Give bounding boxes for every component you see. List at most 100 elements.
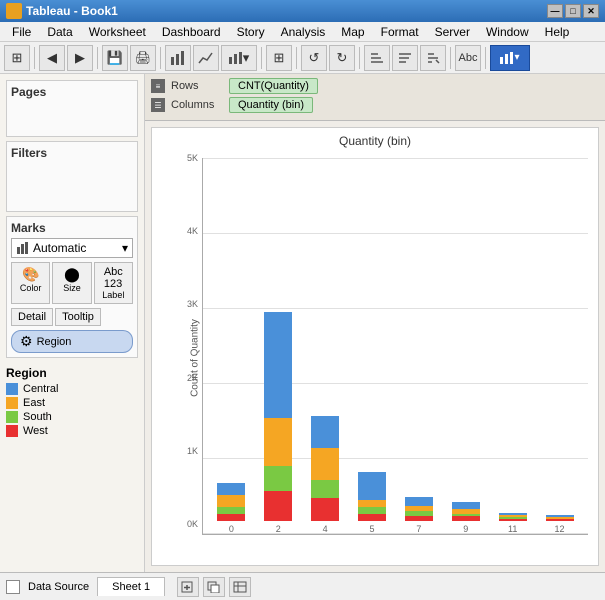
- bar-segment-south: [358, 507, 386, 514]
- menu-help[interactable]: Help: [537, 23, 578, 41]
- bar-segment-central: [358, 472, 386, 500]
- bar-segment-central: [311, 416, 339, 448]
- rows-shelf: ≡ Rows CNT(Quantity): [151, 78, 599, 94]
- y-label-0k: 0K: [163, 519, 198, 529]
- bar-segment-east: [217, 495, 245, 507]
- menu-file[interactable]: File: [4, 23, 39, 41]
- bar-segment-west: [264, 491, 292, 521]
- legend-label-east: East: [23, 397, 45, 409]
- sort-asc-button[interactable]: [364, 45, 390, 71]
- label-marks-button[interactable]: Abc123 Label: [94, 262, 133, 304]
- app-icon: [6, 3, 22, 19]
- bar-stack-7[interactable]: [405, 497, 433, 521]
- save-button[interactable]: 💾: [102, 45, 128, 71]
- menu-window[interactable]: Window: [478, 23, 537, 41]
- columns-label: Columns: [171, 99, 223, 111]
- chart-container: Quantity (bin) Count of Quantity 5K 4K 3…: [151, 127, 599, 566]
- fit-button[interactable]: ⊞: [266, 45, 292, 71]
- label-icon: Abc123: [104, 266, 123, 290]
- bar-stack-4[interactable]: [311, 416, 339, 521]
- menu-server[interactable]: Server: [427, 23, 478, 41]
- sort-desc-button[interactable]: [392, 45, 418, 71]
- chart-type-button[interactable]: ▾: [221, 45, 257, 71]
- bar-group-12: 12: [546, 515, 574, 534]
- back-button[interactable]: ◀: [39, 45, 65, 71]
- new-sheet-button[interactable]: [177, 577, 199, 597]
- sep2: [97, 47, 98, 69]
- bar-stack-0[interactable]: [217, 483, 245, 521]
- menu-format[interactable]: Format: [373, 23, 427, 41]
- columns-icon: ☰: [151, 98, 165, 112]
- bar-group-0: 0: [217, 483, 245, 534]
- sep5: [296, 47, 297, 69]
- view-data-button[interactable]: [229, 577, 251, 597]
- chart-area: Count of Quantity 5K 4K 3K 2K 1K 0K: [152, 150, 598, 565]
- menu-map[interactable]: Map: [333, 23, 372, 41]
- bar-segment-west: [452, 516, 480, 521]
- maximize-button[interactable]: □: [565, 4, 581, 18]
- refresh-button[interactable]: ↺: [301, 45, 327, 71]
- auto-update-button[interactable]: ↻: [329, 45, 355, 71]
- title-bar: Tableau - Book1 — □ ✕: [0, 0, 605, 22]
- region-pill[interactable]: ⚙ Region: [11, 330, 133, 353]
- forward-button[interactable]: ▶: [67, 45, 93, 71]
- data-source-label: Data Source: [28, 581, 89, 593]
- x-label-5: 5: [370, 524, 375, 534]
- line-chart-icon[interactable]: [193, 45, 219, 71]
- label-marks-label: Label: [102, 290, 124, 300]
- show-me-button[interactable]: ▾: [490, 45, 530, 71]
- legend-label-central: Central: [23, 383, 58, 395]
- bar-stack-12[interactable]: [546, 515, 574, 521]
- bar-stack-2[interactable]: [264, 312, 292, 521]
- label-button[interactable]: Abc: [455, 45, 481, 71]
- rows-pill[interactable]: CNT(Quantity): [229, 78, 318, 94]
- rows-icon: ≡: [151, 79, 165, 93]
- x-label-11: 11: [508, 524, 517, 534]
- legend-item-south: South: [6, 411, 138, 423]
- sep1: [34, 47, 35, 69]
- detail-button[interactable]: Detail: [11, 308, 53, 326]
- sep4: [261, 47, 262, 69]
- print-button[interactable]: 🖨: [130, 45, 156, 71]
- toolbar: ⊞ ◀ ▶ 💾 🖨 ▾ ⊞ ↺ ↻ Abc ▾: [0, 42, 605, 74]
- bar-stack-5[interactable]: [358, 472, 386, 521]
- color-button[interactable]: 🎨 Color: [11, 262, 50, 304]
- more-sort-button[interactable]: [420, 45, 446, 71]
- columns-pill[interactable]: Quantity (bin): [229, 97, 313, 113]
- minimize-button[interactable]: —: [547, 4, 563, 18]
- sep7: [450, 47, 451, 69]
- rows-label: Rows: [171, 80, 223, 92]
- y-label-4k: 4K: [163, 226, 198, 236]
- menu-worksheet[interactable]: Worksheet: [81, 23, 154, 41]
- menu-story[interactable]: Story: [229, 23, 273, 41]
- menu-dashboard[interactable]: Dashboard: [154, 23, 229, 41]
- size-icon: ⬤: [64, 266, 80, 283]
- data-source-checkbox[interactable]: [6, 580, 20, 594]
- size-button[interactable]: ⬤ Size: [52, 262, 91, 304]
- legend-color-west: [6, 425, 18, 437]
- tooltip-button[interactable]: Tooltip: [55, 308, 101, 326]
- menu-analysis[interactable]: Analysis: [273, 23, 334, 41]
- marks-type-dropdown[interactable]: Automatic ▾: [11, 238, 133, 258]
- bar-segment-south: [217, 507, 245, 514]
- new-button[interactable]: ⊞: [4, 45, 30, 71]
- menu-data[interactable]: Data: [39, 23, 80, 41]
- sheet-1-tab[interactable]: Sheet 1: [97, 577, 165, 596]
- bar-segment-west: [499, 519, 527, 521]
- legend-title: Region: [6, 366, 138, 380]
- legend-color-east: [6, 397, 18, 409]
- bar-stack-11[interactable]: [499, 513, 527, 521]
- legend-item-west: West: [6, 425, 138, 437]
- duplicate-sheet-button[interactable]: [203, 577, 225, 597]
- region-icon: ⚙: [20, 333, 33, 350]
- marks-section: Marks Automatic ▾ 🎨 Color ⬤ Size Abc123 …: [6, 216, 138, 358]
- legend-label-west: West: [23, 425, 48, 437]
- bar-group-11: 11: [499, 513, 527, 534]
- legend-color-south: [6, 411, 18, 423]
- marks-type-label: Automatic: [33, 241, 86, 255]
- bar-chart-icon[interactable]: [165, 45, 191, 71]
- bar-stack-9[interactable]: [452, 502, 480, 521]
- bar-segment-east: [311, 448, 339, 480]
- bars-area: 0245791112: [203, 158, 588, 534]
- close-button[interactable]: ✕: [583, 4, 599, 18]
